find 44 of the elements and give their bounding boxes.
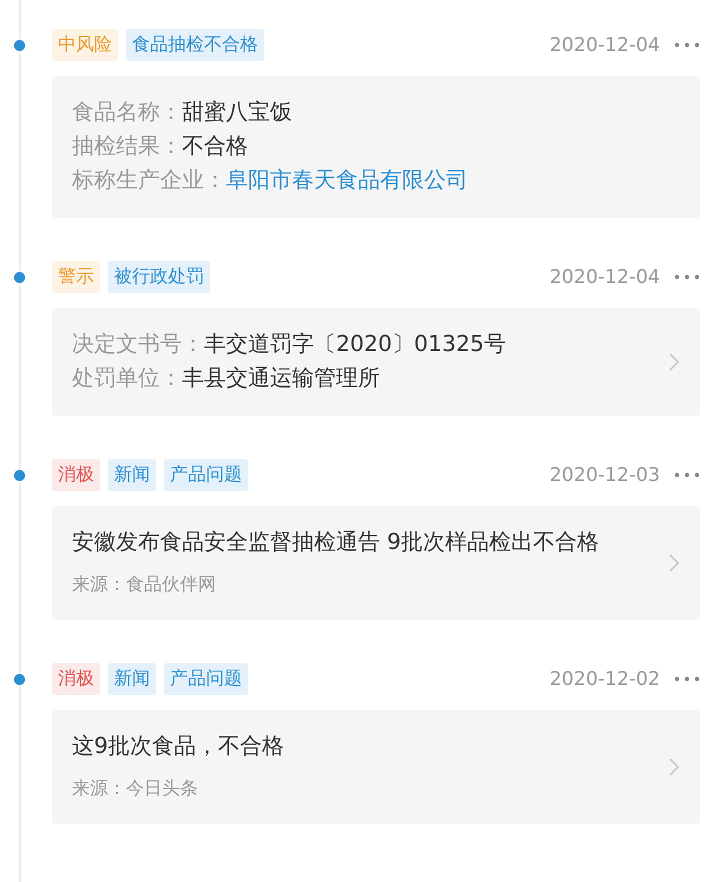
field-label: 处罚单位： — [72, 366, 182, 391]
tag: 消极 — [52, 663, 100, 695]
event-card[interactable]: 这9批次食品，不合格 来源：今日头条 — [52, 710, 700, 824]
date-text: 2020-12-02 — [550, 668, 660, 690]
field-value: 丰交道罚字〔2020〕01325号 — [204, 332, 506, 357]
source-name: 食品伙伴网 — [126, 574, 216, 595]
field-value: 甜蜜八宝饭 — [182, 100, 292, 125]
tag: 中风险 — [52, 29, 118, 61]
field-label: 决定文书号： — [72, 332, 204, 357]
timeline-dot — [14, 674, 25, 685]
tag: 产品问题 — [164, 663, 248, 695]
timeline-dot — [14, 40, 25, 51]
tag: 被行政处罚 — [108, 261, 210, 293]
date-text: 2020-12-04 — [550, 34, 660, 56]
news-title: 这9批次食品，不合格 — [72, 733, 285, 761]
more-icon[interactable] — [674, 42, 700, 48]
news-title: 安徽发布食品安全监督抽检通告 9批次样品检出不合格 — [72, 529, 600, 557]
field-label: 抽检结果： — [72, 134, 182, 159]
event-card[interactable]: 食品名称：甜蜜八宝饭 抽检结果：不合格 标称生产企业：阜阳市春天食品有限公司 — [52, 76, 700, 218]
source-name: 今日头条 — [126, 778, 198, 799]
more-icon[interactable] — [674, 472, 700, 478]
source-label: 来源： — [72, 778, 126, 799]
tag: 警示 — [52, 261, 100, 293]
field-label: 标称生产企业： — [72, 168, 226, 193]
chevron-icon — [668, 553, 680, 573]
tag: 食品抽检不合格 — [126, 29, 264, 61]
event-card[interactable]: 决定文书号：丰交道罚字〔2020〕01325号 处罚单位：丰县交通运输管理所 — [52, 308, 700, 416]
tag: 新闻 — [108, 663, 156, 695]
tag: 消极 — [52, 459, 100, 491]
date-text: 2020-12-04 — [550, 266, 660, 288]
more-icon[interactable] — [674, 274, 700, 280]
tag: 新闻 — [108, 459, 156, 491]
date-text: 2020-12-03 — [550, 464, 660, 486]
timeline-dot — [14, 272, 25, 283]
chevron-icon — [668, 352, 680, 372]
source-label: 来源： — [72, 574, 126, 595]
chevron-icon — [668, 757, 680, 777]
event-card[interactable]: 安徽发布食品安全监督抽检通告 9批次样品检出不合格 来源：食品伙伴网 — [52, 506, 700, 620]
more-icon[interactable] — [674, 676, 700, 682]
field-label: 食品名称： — [72, 100, 182, 125]
tag: 产品问题 — [164, 459, 248, 491]
timeline-dot — [14, 470, 25, 481]
field-value: 不合格 — [182, 134, 248, 159]
field-value: 丰县交通运输管理所 — [182, 366, 380, 391]
